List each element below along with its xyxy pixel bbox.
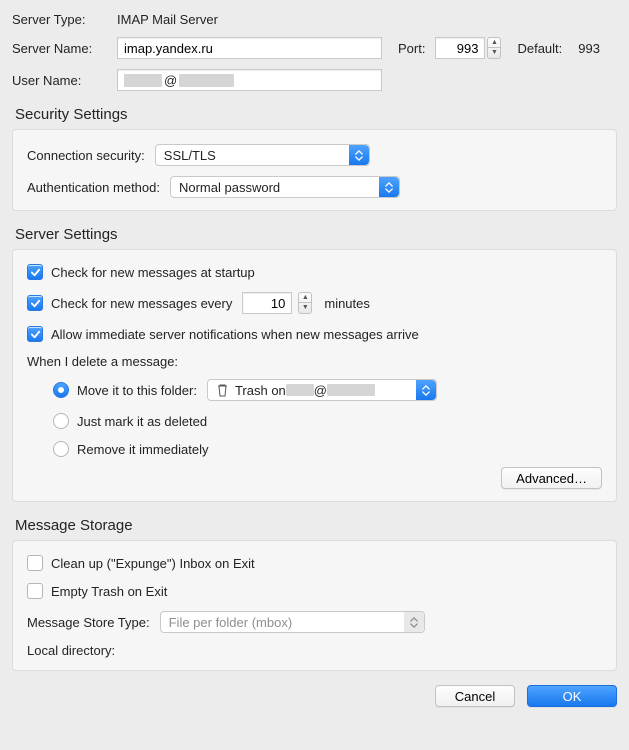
server-name-label: Server Name:	[12, 41, 107, 56]
chevron-down-icon	[422, 391, 430, 396]
chevron-down-icon: ▼	[488, 48, 500, 58]
allow-notifications-label: Allow immediate server notifications whe…	[51, 327, 419, 342]
check-every-checkbox[interactable]	[27, 295, 51, 311]
check-icon	[30, 267, 41, 278]
server-name-input[interactable]	[117, 37, 382, 59]
check-icon	[30, 298, 41, 309]
authentication-method-value: Normal password	[179, 180, 280, 195]
chevron-up-icon	[410, 617, 418, 622]
chevron-down-icon	[385, 188, 393, 193]
delete-remove-radio[interactable]	[53, 441, 77, 457]
check-every-label-after: minutes	[324, 296, 370, 311]
ok-button[interactable]: OK	[527, 685, 617, 707]
default-port-label: Default:	[517, 41, 562, 56]
security-settings-group: Security Settings Connection security: S…	[12, 106, 617, 211]
cancel-button[interactable]: Cancel	[435, 685, 515, 707]
delete-mark-label: Just mark it as deleted	[77, 414, 207, 429]
connection-security-value: SSL/TLS	[164, 148, 216, 163]
server-settings-title: Server Settings	[15, 226, 617, 243]
message-store-type-label: Message Store Type:	[27, 615, 150, 630]
local-directory-label: Local directory:	[27, 643, 115, 658]
user-name-input[interactable]: @	[117, 69, 382, 91]
delete-remove-label: Remove it immediately	[77, 442, 209, 457]
delete-mark-radio[interactable]	[53, 413, 77, 429]
chevron-up-icon	[385, 182, 393, 187]
empty-trash-label: Empty Trash on Exit	[51, 584, 167, 599]
chevron-down-icon: ▼	[299, 303, 311, 313]
allow-notifications-checkbox[interactable]	[27, 326, 51, 342]
expunge-checkbox[interactable]	[27, 555, 51, 571]
connection-security-select[interactable]: SSL/TLS	[155, 144, 370, 166]
when-delete-label: When I delete a message:	[27, 354, 602, 369]
chevron-up-icon: ▲	[488, 38, 500, 48]
chevron-up-icon: ▲	[299, 293, 311, 303]
authentication-method-select[interactable]: Normal password	[170, 176, 400, 198]
server-settings-group: Server Settings Check for new messages a…	[12, 226, 617, 502]
delete-move-label: Move it to this folder:	[77, 383, 197, 398]
check-every-stepper[interactable]: ▲ ▼	[298, 292, 312, 314]
authentication-method-label: Authentication method:	[27, 180, 160, 195]
port-stepper[interactable]: ▲ ▼	[487, 37, 501, 59]
check-every-input[interactable]	[242, 292, 292, 314]
message-storage-title: Message Storage	[15, 517, 617, 534]
security-settings-title: Security Settings	[15, 106, 617, 123]
chevron-down-icon	[355, 156, 363, 161]
check-icon	[30, 329, 41, 340]
check-startup-checkbox[interactable]	[27, 264, 51, 280]
chevron-up-icon	[355, 150, 363, 155]
check-every-label-before: Check for new messages every	[51, 296, 232, 311]
empty-trash-checkbox[interactable]	[27, 583, 51, 599]
delete-move-radio[interactable]	[53, 382, 77, 398]
default-port-value: 993	[578, 41, 600, 56]
connection-security-label: Connection security:	[27, 148, 145, 163]
expunge-label: Clean up ("Expunge") Inbox on Exit	[51, 556, 255, 571]
delete-move-folder-prefix: Trash on	[235, 383, 286, 398]
server-type-value: IMAP Mail Server	[117, 12, 218, 27]
message-store-type-value: File per folder (mbox)	[169, 615, 293, 630]
chevron-down-icon	[410, 623, 418, 628]
check-startup-label: Check for new messages at startup	[51, 265, 255, 280]
chevron-up-icon	[422, 385, 430, 390]
port-input[interactable]	[435, 37, 485, 59]
message-storage-group: Message Storage Clean up ("Expunge") Inb…	[12, 517, 617, 671]
user-name-label: User Name:	[12, 73, 107, 88]
server-type-label: Server Type:	[12, 12, 107, 27]
port-label: Port:	[398, 41, 425, 56]
delete-move-folder-select[interactable]: Trash on @	[207, 379, 437, 401]
trash-icon	[216, 383, 229, 397]
advanced-button[interactable]: Advanced…	[501, 467, 602, 489]
message-store-type-select: File per folder (mbox)	[160, 611, 425, 633]
